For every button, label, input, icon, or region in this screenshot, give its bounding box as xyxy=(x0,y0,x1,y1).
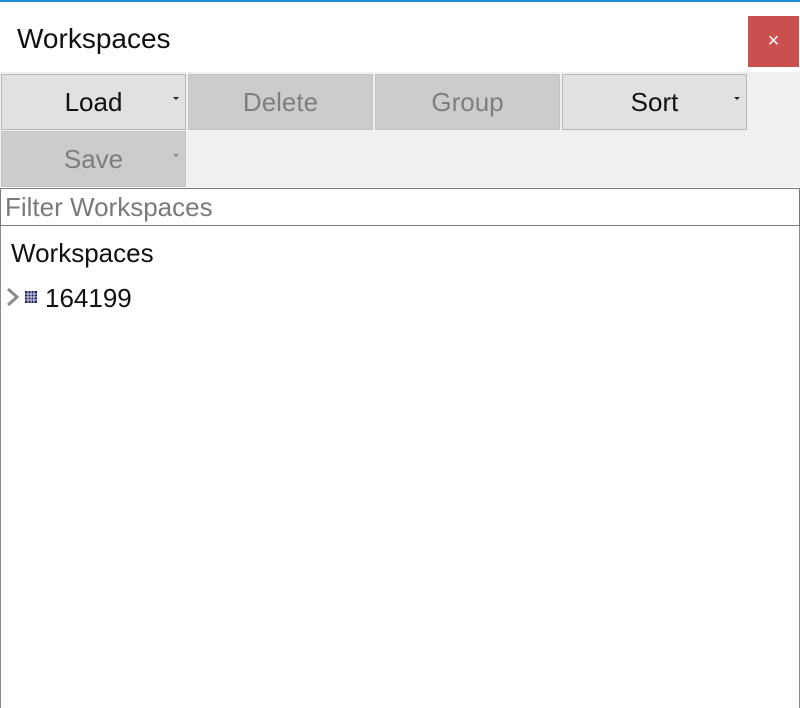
load-button-label: Load xyxy=(64,87,123,117)
sort-button[interactable]: Sort xyxy=(562,74,747,130)
workspaces-window: Workspaces × Load Delete Group Sort Save… xyxy=(0,0,800,708)
tree-item-label: 164199 xyxy=(45,283,132,313)
window-title: Workspaces xyxy=(17,23,171,54)
load-button[interactable]: Load xyxy=(1,74,186,130)
sort-button-label: Sort xyxy=(630,87,679,117)
delete-button-label: Delete xyxy=(242,87,319,117)
tree-item-164199[interactable]: 164199 xyxy=(3,282,793,314)
filter-workspaces-input[interactable] xyxy=(0,188,800,226)
delete-button[interactable]: Delete xyxy=(188,74,373,130)
group-button[interactable]: Group xyxy=(375,74,560,130)
chevron-right-icon[interactable] xyxy=(5,286,21,308)
close-icon: × xyxy=(767,30,780,52)
dropdown-arrow-icon[interactable] xyxy=(734,97,740,100)
dropdown-arrow-icon[interactable] xyxy=(173,154,179,157)
close-button[interactable]: × xyxy=(748,16,799,67)
group-button-label: Group xyxy=(431,87,504,117)
save-button-label: Save xyxy=(63,144,124,174)
toolbar: Load Delete Group Sort Save xyxy=(0,72,800,187)
tree-header: Workspaces xyxy=(11,238,154,268)
workspace-tree[interactable]: Workspaces 164199 xyxy=(0,226,800,708)
save-button[interactable]: Save xyxy=(1,131,186,187)
title-bar: Workspaces × xyxy=(0,2,800,72)
table-icon xyxy=(25,290,37,303)
dropdown-arrow-icon[interactable] xyxy=(173,97,179,100)
